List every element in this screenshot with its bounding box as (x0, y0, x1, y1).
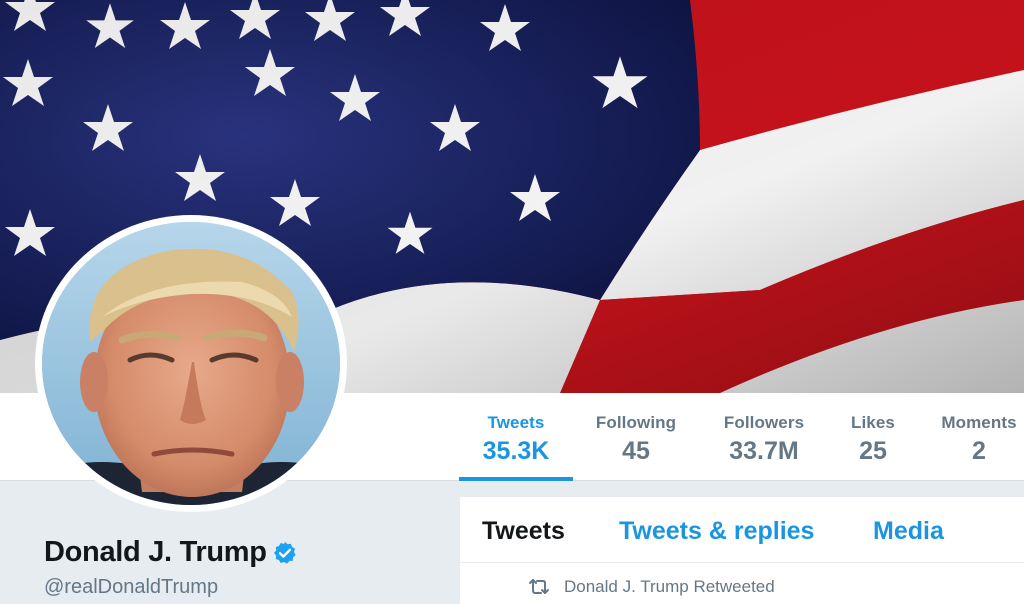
portrait-image (42, 222, 340, 505)
retweet-icon (529, 579, 549, 594)
tab-media[interactable]: Media (873, 517, 944, 546)
stat-tweets-label: Tweets (487, 413, 545, 432)
profile-name-text: Donald J. Trump (44, 536, 267, 568)
stat-followers-label: Followers (723, 413, 805, 432)
tab-tweets-and-replies[interactable]: Tweets & replies (619, 517, 814, 546)
retweet-context: Donald J. Trump Retweeted (528, 577, 775, 597)
profile-handle[interactable]: @realDonaldTrump (44, 576, 218, 599)
stat-likes-label: Likes (851, 413, 895, 432)
stat-likes[interactable]: Likes 25 (838, 393, 908, 481)
verified-badge-icon (273, 541, 296, 564)
timeline-tabs: Tweets Tweets & replies Media (460, 497, 1024, 563)
tab-tweets[interactable]: Tweets (482, 517, 565, 546)
stat-following-label: Following (595, 413, 677, 432)
stat-likes-value: 25 (859, 437, 887, 465)
stat-moments[interactable]: Moments 2 (928, 393, 1024, 481)
profile-avatar[interactable] (35, 215, 347, 512)
stat-moments-value: 2 (972, 437, 986, 465)
stat-following-value: 45 (622, 437, 650, 465)
avatar-image (42, 222, 340, 505)
stat-followers[interactable]: Followers 33.7M (710, 393, 818, 481)
stat-followers-value: 33.7M (729, 437, 799, 465)
stat-moments-label: Moments (941, 413, 1017, 432)
profile-page: Tweets 35.3K Following 45 Followers 33.7… (0, 0, 1024, 604)
timeline: Tweets Tweets & replies Media Donald J. … (460, 497, 1024, 604)
profile-name[interactable]: Donald J. Trump (44, 536, 297, 569)
stat-tweets-value: 35.3K (482, 437, 550, 465)
stat-following[interactable]: Following 45 (586, 393, 686, 481)
stat-tweets[interactable]: Tweets 35.3K (459, 393, 573, 481)
retweet-context-text: Donald J. Trump Retweeted (564, 577, 775, 596)
